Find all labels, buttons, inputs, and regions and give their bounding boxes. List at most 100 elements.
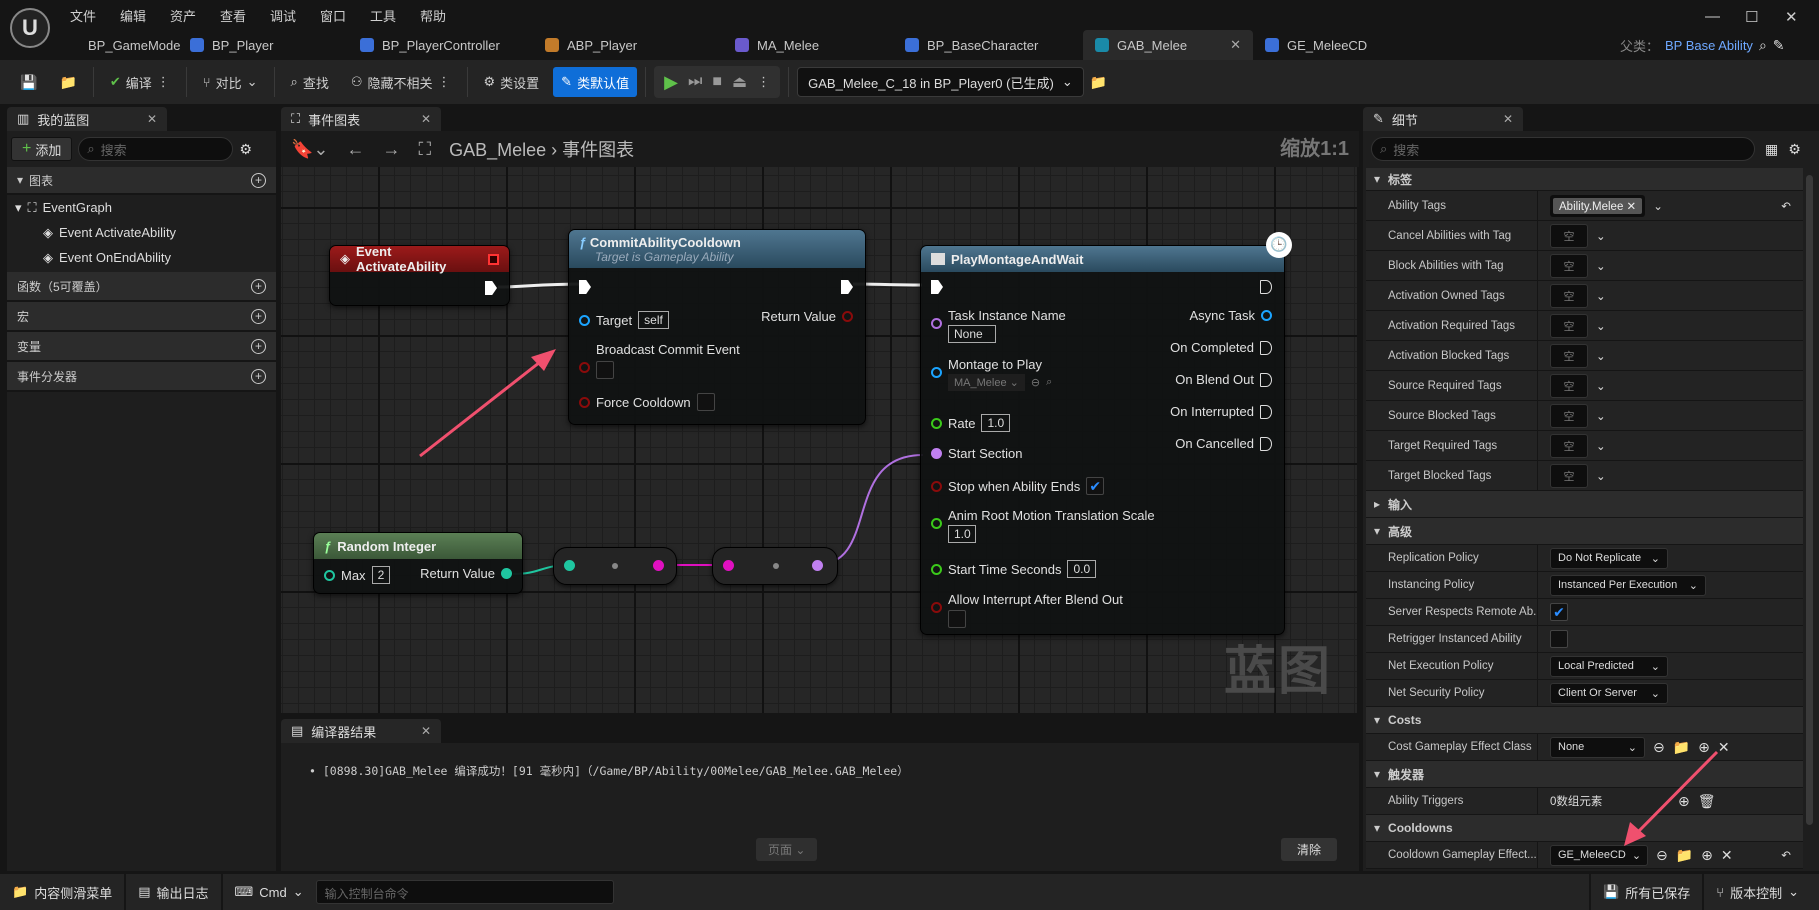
- max-pin[interactable]: [324, 569, 335, 581]
- menu-item[interactable]: 资产: [170, 6, 220, 25]
- trash-icon[interactable]: 🗑: [1698, 793, 1716, 810]
- menu-item[interactable]: 工具: [370, 6, 420, 25]
- add-icon[interactable]: ⊕: [1701, 847, 1713, 864]
- asset-tab[interactable]: BP_GameMode: [68, 30, 181, 60]
- category-item[interactable]: 事件分发器 +: [7, 362, 276, 392]
- chevron-down-icon[interactable]: ⌄: [1596, 259, 1606, 273]
- empty-tag-container[interactable]: 空: [1550, 223, 1588, 248]
- output-pin[interactable]: [812, 560, 823, 571]
- breadcrumb-root[interactable]: GAB_Melee: [449, 140, 546, 160]
- browse-icon[interactable]: 📁: [1673, 739, 1690, 756]
- exec-out-pin[interactable]: [485, 281, 497, 295]
- diff-button[interactable]: ⑂ 对比 ⌄: [195, 67, 266, 97]
- chevron-down-icon[interactable]: ⌄: [1596, 439, 1606, 453]
- add-icon[interactable]: +: [251, 368, 266, 384]
- edit-icon[interactable]: ✎: [1773, 37, 1785, 54]
- delegate-pin[interactable]: [488, 253, 499, 265]
- rate-value[interactable]: 1.0: [981, 414, 1011, 432]
- empty-tag-container[interactable]: 空: [1550, 283, 1588, 308]
- stop-icon[interactable]: ■: [712, 73, 722, 91]
- tab-compiler-results[interactable]: ▤ 编译器结果 ✕: [281, 719, 441, 743]
- details-section[interactable]: ▾ 触发器: [1366, 761, 1803, 788]
- scrollbar[interactable]: [1806, 175, 1813, 825]
- browse-icon[interactable]: ⌕: [1046, 376, 1052, 389]
- broadcast-checkbox[interactable]: [596, 361, 614, 379]
- reset-icon[interactable]: ↶: [1781, 848, 1791, 862]
- parent-class-link[interactable]: BP Base Ability: [1665, 38, 1753, 53]
- async-task-pin[interactable]: [1261, 310, 1272, 321]
- policy-select[interactable]: Client Or Server ⌄: [1550, 682, 1668, 704]
- minimize-button[interactable]: —: [1705, 8, 1720, 25]
- browse-icon[interactable]: 📁: [1676, 847, 1693, 864]
- use-selected-icon[interactable]: ⊖: [1653, 739, 1665, 756]
- table-view-icon[interactable]: ▦: [1765, 141, 1778, 158]
- back-arrow-icon[interactable]: ←: [347, 139, 365, 160]
- target-pin[interactable]: [579, 314, 590, 326]
- task-name-pin[interactable]: [931, 318, 942, 329]
- policy-select[interactable]: Instanced Per Execution ⌄: [1550, 574, 1706, 596]
- force-cooldown-checkbox[interactable]: [696, 393, 715, 411]
- tree-item-eventgraph[interactable]: ▾ ⛶ EventGraph: [7, 195, 276, 220]
- add-icon[interactable]: ⊕: [1678, 793, 1690, 810]
- menu-item[interactable]: 调试: [270, 6, 320, 25]
- tag-chip[interactable]: Ability.Melee ✕: [1553, 197, 1643, 214]
- unreal-logo[interactable]: U: [10, 8, 50, 48]
- use-selected-icon[interactable]: ⊖: [1656, 847, 1668, 864]
- chevron-down-icon[interactable]: ⌄: [1596, 409, 1606, 423]
- save-all-button[interactable]: 💾 所有已保存: [1589, 874, 1705, 910]
- asset-tab[interactable]: BP_Player: [178, 30, 348, 60]
- rate-pin[interactable]: [931, 417, 942, 429]
- return-value-pin[interactable]: [501, 568, 512, 579]
- asset-tab[interactable]: ABP_Player: [533, 30, 723, 60]
- empty-tag-container[interactable]: 空: [1550, 313, 1588, 338]
- details-section[interactable]: ▾ Cooldowns: [1366, 815, 1803, 842]
- start-section-pin[interactable]: [931, 448, 942, 459]
- category-item[interactable]: 宏 +: [7, 302, 276, 332]
- details-section[interactable]: ▾ 标签: [1366, 168, 1803, 191]
- tree-item-event[interactable]: ◈ Event ActivateAbility: [7, 220, 276, 245]
- play-icon[interactable]: ▶: [664, 72, 678, 93]
- start-time-pin[interactable]: [931, 563, 942, 575]
- stop-when-pin[interactable]: [931, 480, 942, 492]
- use-selected-icon[interactable]: ⊖: [1031, 376, 1040, 389]
- page-dropdown[interactable]: 页面 ⌄: [756, 838, 818, 861]
- empty-tag-container[interactable]: 空: [1550, 463, 1588, 488]
- cost-class-select[interactable]: None ⌄: [1550, 736, 1645, 758]
- add-button[interactable]: + 添加: [11, 137, 73, 161]
- on-blend-out-pin[interactable]: [1260, 372, 1272, 387]
- start-time-value[interactable]: 0.0: [1067, 560, 1097, 578]
- search-icon[interactable]: ⌕: [1759, 37, 1767, 54]
- details-section[interactable]: ▸ 输入: [1366, 491, 1803, 518]
- add-icon[interactable]: +: [251, 172, 266, 188]
- event-activate-ability-node[interactable]: ◈ Event ActivateAbility: [329, 244, 510, 306]
- details-search-input[interactable]: ⌕ 搜索: [1371, 137, 1755, 161]
- more-icon[interactable]: ⋮: [757, 74, 770, 90]
- montage-select[interactable]: MA_Melee ⌄: [948, 374, 1025, 391]
- close-window-button[interactable]: ✕: [1785, 8, 1798, 26]
- on-cancelled-pin[interactable]: [1260, 436, 1272, 451]
- details-section[interactable]: ▾ 高级: [1366, 518, 1803, 545]
- chevron-down-icon[interactable]: ⌄: [1596, 349, 1606, 363]
- bookmark-icon[interactable]: 🔖⌄: [291, 139, 329, 160]
- step-icon[interactable]: ⏭: [688, 73, 702, 91]
- on-completed-pin[interactable]: [1260, 340, 1272, 355]
- maximize-button[interactable]: ☐: [1745, 8, 1758, 26]
- add-icon[interactable]: +: [251, 308, 266, 324]
- property-checkbox[interactable]: [1550, 630, 1568, 648]
- conversion-node[interactable]: [553, 547, 677, 585]
- task-name-value[interactable]: None: [948, 325, 996, 343]
- clear-button[interactable]: 清除: [1281, 838, 1338, 861]
- target-value[interactable]: self: [638, 311, 669, 329]
- policy-select[interactable]: Local Predicted ⌄: [1550, 655, 1668, 677]
- max-value[interactable]: 2: [371, 566, 391, 584]
- cooldown-class-select[interactable]: GE_MeleeCD ⌄: [1550, 844, 1648, 866]
- exec-in-pin[interactable]: [579, 280, 591, 294]
- asset-tab[interactable]: GAB_Melee ✕: [1083, 30, 1253, 60]
- exec-in-pin[interactable]: [931, 280, 943, 294]
- close-icon[interactable]: ✕: [421, 724, 431, 738]
- close-icon[interactable]: ✕: [147, 112, 157, 126]
- compile-button[interactable]: ✔ 编译 ⋮: [102, 67, 178, 97]
- tag-container[interactable]: Ability.Melee ✕: [1550, 194, 1646, 217]
- asset-tab[interactable]: MA_Melee: [723, 30, 893, 60]
- policy-select[interactable]: Do Not Replicate ⌄: [1550, 547, 1668, 569]
